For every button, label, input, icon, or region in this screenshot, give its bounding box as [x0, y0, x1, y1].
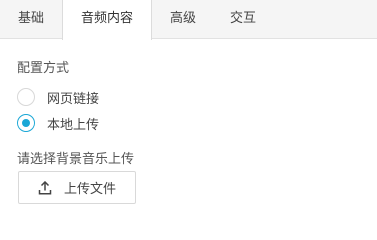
radio-unchecked-icon[interactable]	[17, 88, 35, 106]
tab-content: 配置方式 网页链接 本地上传 请选择背景音乐上传 上传文件	[0, 40, 377, 218]
radio-checked-icon[interactable]	[17, 114, 35, 132]
tab-interaction[interactable]: 交互	[214, 0, 272, 39]
upload-button-label: 上传文件	[63, 182, 116, 197]
radio-option-label: 网页链接	[47, 91, 100, 107]
upload-icon	[38, 180, 52, 195]
audio-settings-panel: 基础 音频内容 高级 交互 配置方式 网页链接 本地上传 请选择背景音乐上传 上…	[0, 0, 377, 218]
upload-file-button[interactable]: 上传文件	[18, 171, 136, 204]
config-method-label: 配置方式	[17, 61, 70, 76]
background-music-label: 请选择背景音乐上传	[17, 152, 135, 167]
radio-option-label: 本地上传	[47, 117, 100, 133]
tab-advanced[interactable]: 高级	[152, 0, 214, 39]
radio-option-web-link[interactable]: 网页链接	[17, 87, 99, 107]
tab-audio-content[interactable]: 音频内容	[62, 0, 152, 40]
tab-basic[interactable]: 基础	[0, 0, 62, 39]
tab-bar: 基础 音频内容 高级 交互	[0, 0, 377, 40]
radio-option-local-upload[interactable]: 本地上传	[17, 113, 99, 133]
